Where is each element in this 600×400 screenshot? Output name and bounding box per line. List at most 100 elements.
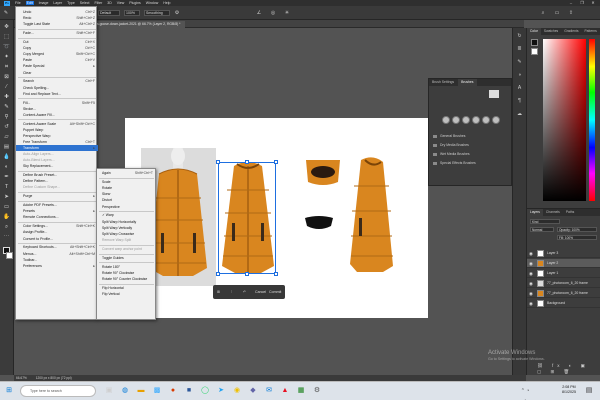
hand-tool-icon[interactable]: ✋	[2, 213, 11, 221]
eye-icon[interactable]: ◉	[529, 280, 533, 287]
eye-icon[interactable]: ◉	[529, 300, 533, 307]
teams-icon[interactable]: ◆	[248, 386, 258, 396]
history-icon[interactable]: ↻	[516, 32, 524, 40]
brush-preset[interactable]	[442, 116, 450, 124]
eye-icon[interactable]: ◉	[529, 270, 533, 277]
brush-preset[interactable]	[462, 116, 470, 124]
tab-layers[interactable]: Layers	[527, 209, 543, 216]
blur-tool-icon[interactable]: 💧	[2, 153, 11, 161]
menu-item-convert-to-profile[interactable]: Convert to Profile...	[16, 236, 98, 242]
excel-icon[interactable]: ▦	[296, 386, 306, 396]
tab-swatches[interactable]: Swatches	[541, 28, 561, 35]
blend-mode-select[interactable]: Normal	[530, 227, 554, 232]
menu-item-purge[interactable]: Purge ▸	[16, 193, 98, 199]
layer-row[interactable]: ◉ Layer 3	[527, 249, 600, 258]
brush-preset[interactable]	[472, 116, 480, 124]
menu-help[interactable]: Help	[163, 1, 170, 5]
brush-folder[interactable]: Dry Media Brushes	[432, 142, 510, 149]
edge-icon[interactable]: ◍	[120, 386, 130, 396]
pen-tool-icon[interactable]: ✒	[2, 173, 11, 181]
eyedropper-tool-icon[interactable]: ⁄	[2, 83, 11, 91]
tab-paths[interactable]: Paths	[563, 209, 577, 216]
type-tool-icon[interactable]: T	[2, 183, 11, 191]
app-icon[interactable]: ▲	[280, 386, 290, 396]
workspace-icon[interactable]: ▭	[554, 9, 560, 17]
menu-item-toggle-guides[interactable]: Toggle Guides	[97, 255, 155, 262]
paragraph-icon[interactable]: ¶	[516, 97, 524, 105]
more-tools-icon[interactable]: ⋯	[2, 233, 11, 241]
menu-view[interactable]: View	[117, 1, 125, 5]
eye-icon[interactable]: ◉	[529, 260, 533, 267]
brush-panel-icon[interactable]: ✎	[516, 58, 524, 66]
foreground-swatch[interactable]	[531, 39, 538, 46]
background-color-swatch[interactable]	[6, 252, 13, 259]
powerpoint-icon[interactable]: ●	[168, 386, 178, 396]
angle-icon[interactable]: ∠	[256, 9, 262, 17]
brush-tool-icon[interactable]: ✎	[3, 9, 9, 17]
color-field[interactable]	[543, 39, 586, 201]
task-view-icon[interactable]: ▣	[104, 386, 114, 396]
file-explorer-icon[interactable]: ▬	[136, 386, 146, 396]
zoom-tool-icon[interactable]: ⌕	[2, 223, 11, 231]
taskbar-clock[interactable]: 2:08 PM 8/1/2025	[562, 385, 576, 395]
menu-item-remote-connections[interactable]: Remote Connections...	[16, 214, 98, 220]
tab-brush-settings[interactable]: Brush Settings	[429, 79, 457, 86]
marquee-tool-icon[interactable]: ⬚	[2, 33, 11, 41]
whatsapp-icon[interactable]: ◯	[200, 386, 210, 396]
menu-image[interactable]: Image	[39, 1, 49, 5]
transform-handle[interactable]	[245, 160, 249, 164]
brush-preset[interactable]	[482, 116, 490, 124]
eye-icon[interactable]: ◉	[529, 250, 533, 257]
character-icon[interactable]: A	[516, 84, 524, 92]
brush-folder[interactable]: Special Effects Brushes	[432, 160, 510, 167]
opacity-field[interactable]: 100%	[124, 10, 140, 16]
menu-item-flip-vertical[interactable]: Flip Vertical	[97, 291, 155, 298]
menu-item-preferences[interactable]: Preferences ▸	[16, 263, 98, 269]
menu-file[interactable]: File	[15, 1, 21, 5]
search-icon[interactable]: ⌕	[540, 9, 546, 17]
layer-actions-toolbar[interactable]: ⛓ fx ◐ ▣ ▢ ⊞ 🗑	[537, 363, 600, 375]
network-icon[interactable]: ⌃ ◔ ♪	[520, 386, 530, 400]
tab-brushes[interactable]: Brushes	[458, 79, 477, 86]
brush-tool-icon[interactable]: ✎	[2, 103, 11, 111]
undo-icon[interactable]: ↶	[243, 285, 246, 299]
eye-icon[interactable]: ◉	[529, 290, 533, 297]
cancel-transform-button[interactable]: Cancel	[255, 285, 266, 299]
menu-type[interactable]: Type	[67, 1, 75, 5]
libraries-icon[interactable]: ☁	[516, 110, 524, 118]
brush-folder[interactable]: Wet Media Brushes	[432, 151, 510, 158]
word-icon[interactable]: ■	[184, 386, 194, 396]
symmetry-icon[interactable]: ✳	[284, 9, 290, 17]
lasso-tool-icon[interactable]: ➰	[2, 43, 11, 51]
layer-row[interactable]: ◉ 77_photoroom_6_20 frame	[527, 289, 600, 298]
properties-icon[interactable]: ≣	[516, 45, 524, 53]
commit-transform-button[interactable]: Commit	[269, 285, 281, 299]
quick-select-tool-icon[interactable]: ✦	[2, 53, 11, 61]
share-icon[interactable]: ⇪	[568, 9, 574, 17]
menu-3d[interactable]: 3D	[107, 1, 111, 5]
smoothing-field[interactable]: Smoothing	[144, 10, 170, 16]
menu-item-sky-replacement[interactable]: Sky Replacement...	[16, 163, 98, 169]
brush-folder[interactable]: General Brushes	[432, 133, 510, 140]
transform-bounding-box[interactable]	[218, 162, 276, 274]
eraser-tool-icon[interactable]: ▱	[2, 133, 11, 141]
mail-icon[interactable]: ✉	[264, 386, 274, 396]
layer-row-selected[interactable]: ◉ Layer 2	[527, 259, 600, 268]
photoshop-taskbar-icon[interactable]: ▩	[152, 386, 162, 396]
chrome-icon[interactable]: ◉	[232, 386, 242, 396]
fill-field[interactable]: Fill: 100%	[557, 235, 597, 240]
brush-preset[interactable]	[452, 116, 460, 124]
menu-item-toggle-last-state[interactable]: Toggle Last State Alt+Ctrl+Z	[16, 21, 98, 27]
move-tool-icon[interactable]: ✥	[2, 23, 11, 31]
menu-item-again[interactable]: Again Shift+Ctrl+T	[97, 170, 155, 177]
clone-stamp-tool-icon[interactable]: ⚲	[2, 113, 11, 121]
taskbar-search[interactable]: Type here to search	[20, 385, 96, 397]
grid-icon[interactable]: ⊞	[217, 285, 220, 299]
gear-icon[interactable]: ⚙	[174, 9, 180, 17]
menu-layer[interactable]: Layer	[53, 1, 62, 5]
notifications-icon[interactable]: ▤	[584, 386, 594, 396]
history-brush-tool-icon[interactable]: ↺	[2, 123, 11, 131]
menu-edit[interactable]: Edit	[25, 1, 34, 5]
menu-plugins[interactable]: Plugins	[129, 1, 140, 5]
healing-tool-icon[interactable]: ✚	[2, 93, 11, 101]
